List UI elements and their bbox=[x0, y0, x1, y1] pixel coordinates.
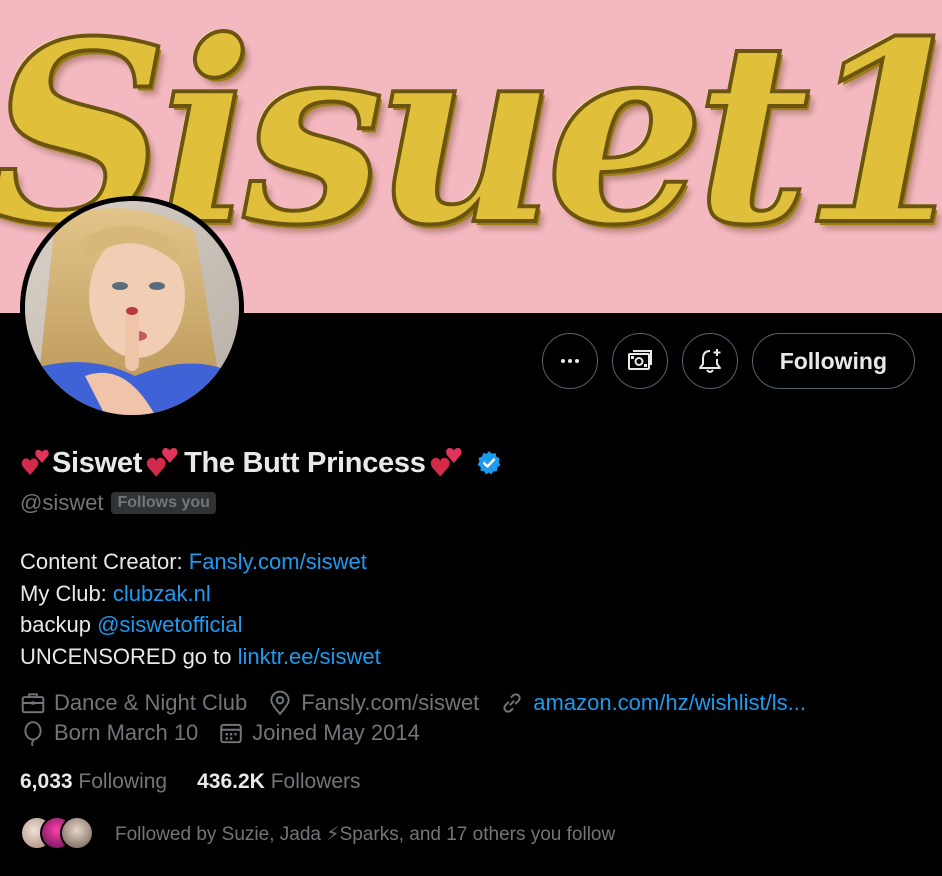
bio-line: My Club: clubzak.nl bbox=[20, 578, 381, 610]
profile-avatar[interactable] bbox=[20, 196, 244, 420]
link-icon bbox=[503, 693, 521, 713]
profile-meta-row: Dance & Night Club Fansly.com/siswet ama… bbox=[20, 690, 826, 716]
balloon-icon bbox=[24, 721, 42, 746]
following-label: Following bbox=[78, 770, 168, 793]
display-name-part1: Siswet bbox=[52, 446, 143, 479]
subscribe-icon bbox=[627, 350, 652, 370]
meta-category: Dance & Night Club bbox=[20, 690, 247, 716]
more-icon bbox=[560, 359, 579, 363]
handle-row: @siswet Follows you bbox=[20, 490, 216, 516]
followed-by-text: Followed by Suzie, Jada ⚡Sparks, and 17 … bbox=[115, 823, 616, 845]
bio-line: backup @siswetofficial bbox=[20, 609, 381, 641]
bio-text: backup bbox=[20, 612, 98, 637]
category-text: Dance & Night Club bbox=[54, 690, 248, 715]
meta-joined: Joined May 2014 bbox=[218, 720, 420, 746]
followers-label: Followers bbox=[270, 770, 361, 793]
meta-website[interactable]: amazon.com/hz/wishlist/ls... bbox=[499, 690, 806, 716]
followed-by-avatars bbox=[20, 816, 100, 852]
follow-stats: 6,033 Following 436.2K Followers bbox=[20, 770, 361, 794]
notify-bell-icon bbox=[698, 349, 721, 373]
bio-text: My Club: bbox=[20, 580, 113, 606]
bio-mention-backup[interactable]: @siswetofficial bbox=[97, 612, 242, 637]
two-hearts-icon bbox=[430, 447, 462, 477]
followed-by-row[interactable]: Followed by Suzie, Jada ⚡Sparks, and 17 … bbox=[20, 816, 615, 852]
meta-birthday: Born March 10 bbox=[20, 720, 198, 746]
bio-line: UNCENSORED go to linktr.ee/siswet bbox=[20, 641, 381, 673]
joined-text: Joined May 2014 bbox=[252, 720, 420, 745]
bio-line: Content Creator: Fansly.com/siswet bbox=[20, 546, 381, 578]
bio-link-linktree[interactable]: linktr.ee/siswet bbox=[238, 644, 381, 669]
profile-name-row: Siswet The Butt Princess bbox=[20, 446, 502, 480]
two-hearts-icon bbox=[21, 449, 49, 475]
followers-count: 436.2K bbox=[197, 770, 265, 793]
two-hearts-icon bbox=[146, 447, 178, 477]
verified-badge-icon[interactable] bbox=[476, 450, 502, 476]
followers-stat[interactable]: 436.2K Followers bbox=[197, 770, 360, 794]
location-pin-icon bbox=[270, 690, 290, 716]
bio-link-club[interactable]: clubzak.nl bbox=[113, 581, 211, 606]
avatar bbox=[60, 816, 94, 850]
bio-link-fansly[interactable]: Fansly.com/siswet bbox=[189, 549, 367, 574]
meta-location: Fansly.com/siswet bbox=[267, 690, 479, 716]
profile-handle: @siswet bbox=[20, 490, 104, 515]
briefcase-icon bbox=[21, 693, 45, 714]
follows-you-badge: Follows you bbox=[111, 492, 216, 514]
subscribe-button[interactable] bbox=[611, 333, 668, 389]
birthday-text: Born March 10 bbox=[54, 720, 199, 745]
profile-meta-row-2: Born March 10 Joined May 2014 bbox=[20, 720, 440, 746]
following-stat[interactable]: 6,033 Following bbox=[20, 770, 167, 794]
more-button[interactable] bbox=[541, 333, 598, 389]
calendar-icon bbox=[220, 723, 243, 744]
following-count: 6,033 bbox=[20, 770, 73, 793]
display-name-part2: The Butt Princess bbox=[184, 446, 426, 479]
notify-button[interactable] bbox=[681, 333, 738, 389]
bio-text: Content Creator: bbox=[20, 549, 189, 574]
bio-text: UNCENSORED go to bbox=[20, 643, 238, 669]
profile-actions: Following bbox=[541, 333, 915, 389]
website-link[interactable]: amazon.com/hz/wishlist/ls... bbox=[533, 690, 806, 716]
avatar-photo bbox=[25, 201, 239, 415]
location-text: Fansly.com/siswet bbox=[301, 690, 480, 715]
profile-bio: Content Creator: Fansly.com/siswet My Cl… bbox=[20, 546, 381, 672]
following-button[interactable]: Following bbox=[751, 333, 915, 389]
